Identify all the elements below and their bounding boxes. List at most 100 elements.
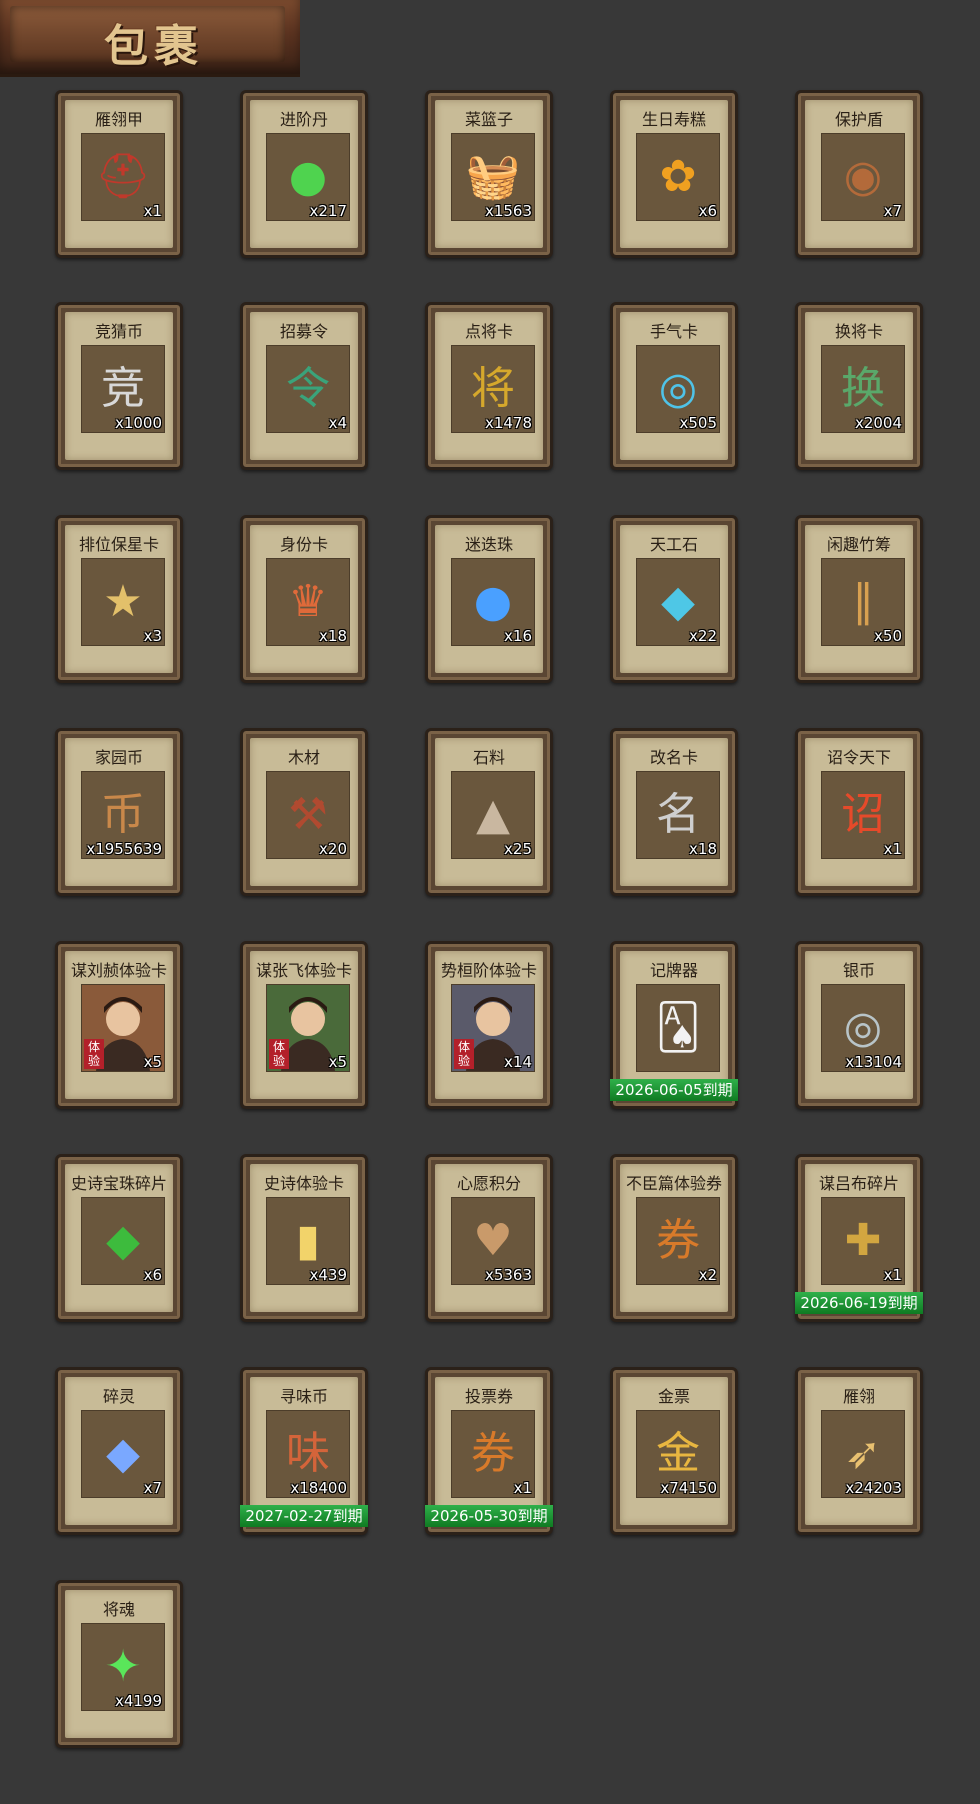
item-name: 投票券: [464, 1387, 513, 1406]
expiry-label: 2027-02-27到期: [240, 1505, 368, 1527]
item-name: 竞猜币: [94, 322, 143, 341]
item-name: 生日寿糕: [641, 110, 706, 129]
item-quantity: x505: [679, 414, 717, 432]
inventory-item-card[interactable]: 碎灵 ◆ x7: [55, 1367, 183, 1535]
item-icon-slot: ● x217: [266, 133, 350, 221]
item-icon-slot: 名 x18: [636, 771, 720, 859]
card-background: 雁翎 ➶ x24203: [805, 1377, 913, 1525]
item-icon-slot: ● x16: [451, 558, 535, 646]
item-quantity: x14: [504, 1053, 532, 1071]
item-icon-slot: ➶ x24203: [821, 1410, 905, 1498]
card-background: 招募令令 x4: [250, 312, 358, 460]
inventory-item-card[interactable]: 史诗体验卡 ▮ x439: [240, 1154, 368, 1322]
item-name: 闲趣竹筹: [826, 535, 891, 554]
inventory-item-card[interactable]: 竞猜币竞 x1000: [55, 302, 183, 470]
item-name: 木材: [287, 748, 320, 767]
item-quantity: x20: [319, 840, 347, 858]
page-title: 包裹: [104, 21, 204, 72]
item-quantity: x7: [143, 1479, 162, 1497]
inventory-item-card[interactable]: 排位保星卡 ★ x3: [55, 515, 183, 683]
inventory-item-card[interactable]: 石料 ▲ x25: [425, 728, 553, 896]
item-name: 诏令天下: [826, 748, 891, 767]
inventory-item-card[interactable]: 身份卡 ♛ x18: [240, 515, 368, 683]
card-background: 将魂 ✦ x4199: [65, 1590, 173, 1738]
inventory-item-card[interactable]: 招募令令 x4: [240, 302, 368, 470]
item-icon-slot: ⛑ x1: [81, 133, 165, 221]
item-name: 不臣篇体验券: [625, 1174, 722, 1193]
inventory-item-card[interactable]: 寻味币味 x18400 2027-02-27到期: [240, 1367, 368, 1535]
item-quantity: x18: [319, 627, 347, 645]
inventory-item-card[interactable]: 诏令天下诏 x1: [795, 728, 923, 896]
inventory-item-card[interactable]: 迷迭珠 ● x16: [425, 515, 553, 683]
inventory-item-card[interactable]: 换将卡换 x2004: [795, 302, 923, 470]
inventory-item-card[interactable]: 不臣篇体验券券 x2: [610, 1154, 738, 1322]
inventory-item-card[interactable]: 记牌器 🂡 2026-06-05到期: [610, 941, 738, 1109]
expiry-label: 2026-06-19到期: [795, 1292, 923, 1314]
card-background: 寻味币味 x18400 2027-02-27到期: [240, 1377, 368, 1527]
inventory-item-card[interactable]: 生日寿糕 ✿ x6: [610, 90, 738, 258]
card-background: 身份卡 ♛ x18: [250, 525, 358, 673]
inventory-item-card[interactable]: 菜篮子 🧺 x1563: [425, 90, 553, 258]
inventory-item-card[interactable]: 势桓阶体验卡 体验 x14: [425, 941, 553, 1109]
item-quantity: x1955639: [86, 840, 162, 858]
card-background: 菜篮子 🧺 x1563: [435, 100, 543, 248]
item-name: 史诗体验卡: [263, 1174, 344, 1193]
item-icon-slot: 🧺 x1563: [451, 133, 535, 221]
item-icon-slot: ▮ x439: [266, 1197, 350, 1285]
card-background: 史诗体验卡 ▮ x439: [250, 1164, 358, 1312]
item-icon-slot: ⚒ x20: [266, 771, 350, 859]
item-quantity: x1563: [484, 202, 532, 220]
item-name: 保护盾: [834, 110, 883, 129]
inventory-item-card[interactable]: 天工石 ◆ x22: [610, 515, 738, 683]
item-name: 点将卡: [464, 322, 513, 341]
item-name: 雁翎: [842, 1387, 875, 1406]
item-icon-slot: 体验 x5: [266, 984, 350, 1072]
inventory-item-card[interactable]: 雁翎 ➶ x24203: [795, 1367, 923, 1535]
inventory-item-card[interactable]: 手气卡 ◎ x505: [610, 302, 738, 470]
inventory-item-card[interactable]: 史诗宝珠碎片 ◆ x6: [55, 1154, 183, 1322]
inventory-item-card[interactable]: 改名卡名 x18: [610, 728, 738, 896]
item-icon-slot: 将 x1478: [451, 345, 535, 433]
item-icon-slot: 金 x74150: [636, 1410, 720, 1498]
item-name: 谋张飞体验卡: [255, 961, 352, 980]
card-background: 木材 ⚒ x20: [250, 738, 358, 886]
card-background: 点将卡将 x1478: [435, 312, 543, 460]
item-name: 银币: [842, 961, 875, 980]
inventory-item-card[interactable]: 心愿积分 ♥ x5363: [425, 1154, 553, 1322]
item-icon-slot: ◎ x13104: [821, 984, 905, 1072]
inventory-item-card[interactable]: 进阶丹 ● x217: [240, 90, 368, 258]
item-quantity: x6: [698, 202, 717, 220]
item-name: 碎灵: [102, 1387, 135, 1406]
expiry-label: 2026-06-05到期: [610, 1079, 738, 1101]
item-name: 家园币: [94, 748, 143, 767]
item-quantity: x18: [689, 840, 717, 858]
inventory-item-card[interactable]: 金票金 x74150: [610, 1367, 738, 1535]
item-icon-slot: 诏 x1: [821, 771, 905, 859]
item-icon-slot: ◆ x22: [636, 558, 720, 646]
item-quantity: x4199: [114, 1692, 162, 1710]
inventory-item-card[interactable]: 银币 ◎ x13104: [795, 941, 923, 1109]
card-background: 碎灵 ◆ x7: [65, 1377, 173, 1525]
inventory-item-card[interactable]: 木材 ⚒ x20: [240, 728, 368, 896]
inventory-item-card[interactable]: 点将卡将 x1478: [425, 302, 553, 470]
inventory-item-card[interactable]: 将魂 ✦ x4199: [55, 1580, 183, 1748]
item-icon-slot: ✦ x4199: [81, 1623, 165, 1711]
card-background: 手气卡 ◎ x505: [620, 312, 728, 460]
item-quantity: x25: [504, 840, 532, 858]
inventory-item-card[interactable]: 闲趣竹筹 ∥ x50: [795, 515, 923, 683]
inventory-item-card[interactable]: 谋张飞体验卡体验 x5: [240, 941, 368, 1109]
item-name: 改名卡: [649, 748, 698, 767]
inventory-item-card[interactable]: 投票券券 x1 2026-05-30到期: [425, 1367, 553, 1535]
card-background: 改名卡名 x18: [620, 738, 728, 886]
inventory-item-card[interactable]: 雁翎甲 ⛑ x1: [55, 90, 183, 258]
item-quantity: x3: [143, 627, 162, 645]
inventory-item-card[interactable]: 谋刘赪体验卡 体验 x5: [55, 941, 183, 1109]
card-background: 史诗宝珠碎片 ◆ x6: [65, 1164, 173, 1312]
item-name: 天工石: [649, 535, 698, 554]
inventory-item-card[interactable]: 谋吕布碎片 ✚ x1 2026-06-19到期: [795, 1154, 923, 1322]
trial-badge: 体验: [269, 1039, 289, 1069]
item-icon-slot: ✚ x1: [821, 1197, 905, 1285]
item-quantity: x1: [143, 202, 162, 220]
inventory-item-card[interactable]: 家园币币 x1955639: [55, 728, 183, 896]
inventory-item-card[interactable]: 保护盾 ◉ x7: [795, 90, 923, 258]
